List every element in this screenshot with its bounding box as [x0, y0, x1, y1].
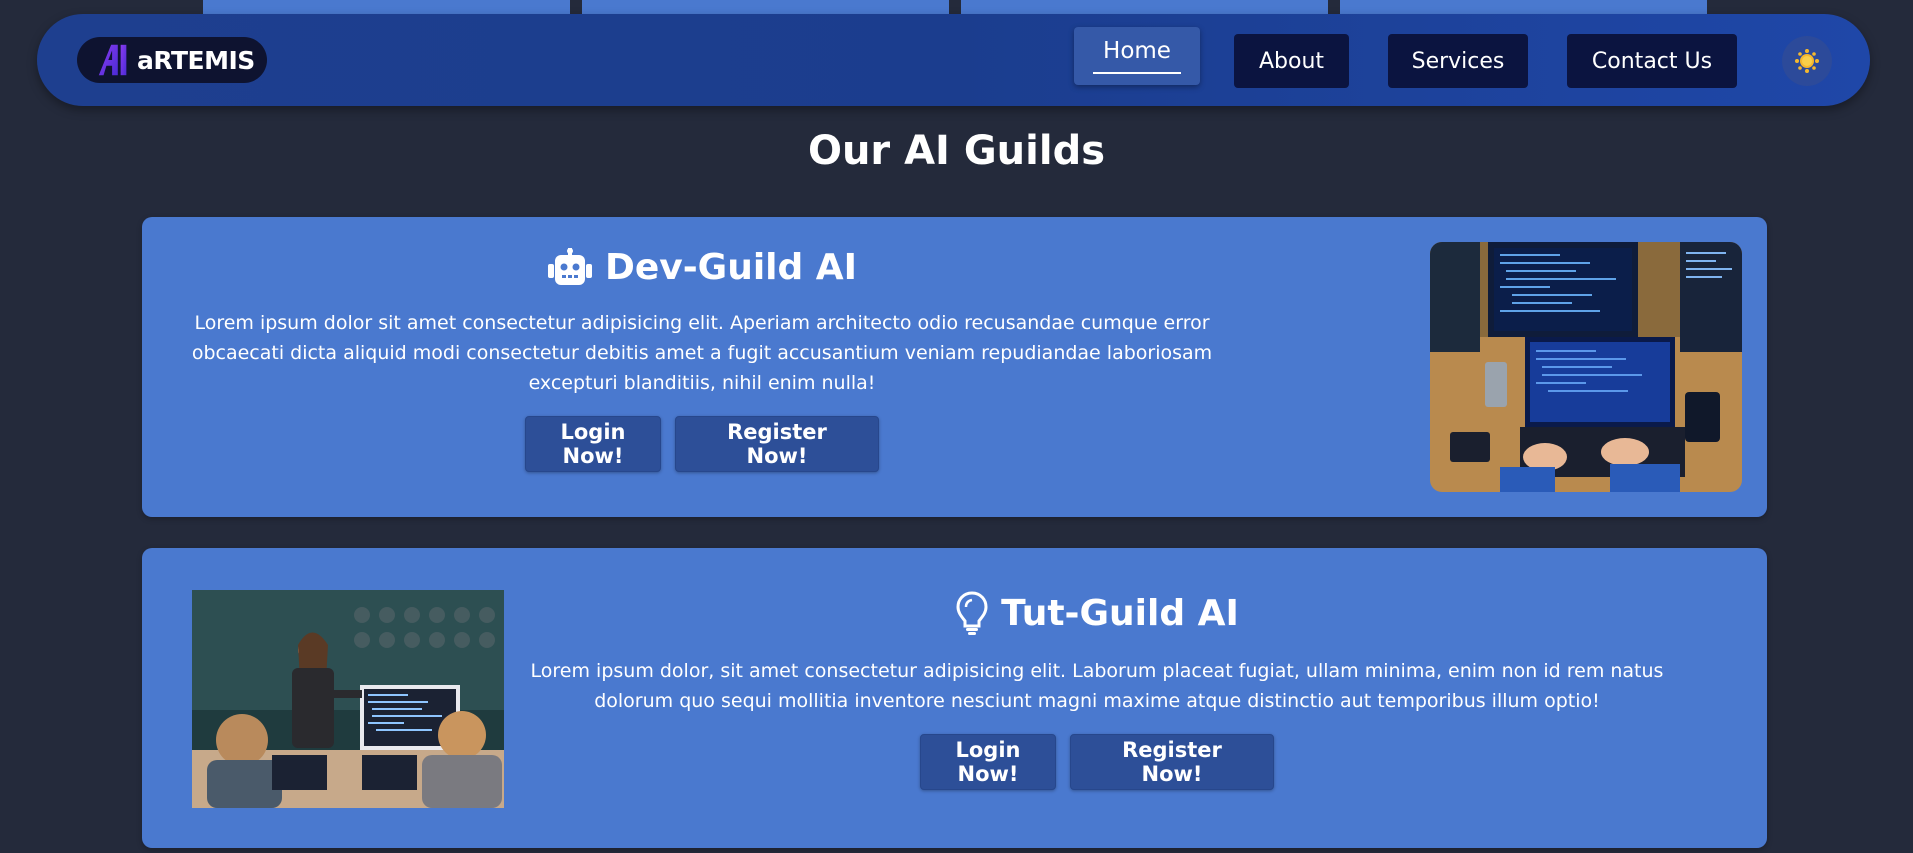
peeking-card [1340, 0, 1707, 14]
nav-services-button[interactable]: Services [1388, 34, 1528, 88]
register-button[interactable]: Register Now! [1070, 734, 1274, 790]
active-underline [1093, 72, 1181, 74]
peeking-card [961, 0, 1328, 14]
navbar: aRTEMIS Home About Services Contact Us [37, 14, 1870, 106]
guild-buttons: Login Now! Register Now! [522, 734, 1672, 790]
peeking-card [582, 0, 949, 14]
logo-icon [98, 44, 127, 76]
peeking-card [203, 0, 570, 14]
lightbulb-icon [955, 590, 989, 636]
peeking-cards [203, 0, 1707, 14]
register-button[interactable]: Register Now! [675, 416, 879, 472]
logo-text: aRTEMIS [137, 45, 255, 75]
guild-title: Tut-Guild AI [522, 590, 1672, 636]
guild-card-tut: Tut-Guild AI Lorem ipsum dolor, sit amet… [142, 548, 1767, 848]
guild-buttons: Login Now! Register Now! [202, 416, 1202, 472]
guild-description: Lorem ipsum dolor, sit amet consectetur … [530, 660, 1664, 712]
logo[interactable]: aRTEMIS [77, 37, 267, 83]
nav-services-label: Services [1411, 48, 1505, 74]
section-title: Our AI Guilds [807, 128, 1106, 174]
theme-toggle-button[interactable] [1782, 36, 1832, 86]
guild-card-dev: Dev-Guild AI Lorem ipsum dolor sit amet … [142, 217, 1767, 517]
nav-contact-label: Contact Us [1591, 48, 1713, 74]
nav-about-button[interactable]: About [1234, 34, 1349, 88]
guild-title: Dev-Guild AI [202, 247, 1202, 288]
nav-about-label: About [1258, 48, 1325, 74]
guild-description: Lorem ipsum dolor sit amet consectetur a… [191, 312, 1213, 394]
guild-content: Dev-Guild AI Lorem ipsum dolor sit amet … [192, 247, 1212, 472]
robot-icon [547, 247, 593, 288]
sun-icon [1795, 49, 1819, 73]
guild-title-text: Dev-Guild AI [604, 247, 858, 288]
guild-title-text: Tut-Guild AI [1001, 592, 1239, 634]
nav-contact-button[interactable]: Contact Us [1567, 34, 1737, 88]
login-button[interactable]: Login Now! [920, 734, 1056, 790]
coding-desk-image [1430, 242, 1742, 492]
nav-home-label: Home [1103, 38, 1171, 64]
nav-home-button[interactable]: Home [1074, 27, 1200, 85]
classroom-image [192, 590, 504, 808]
login-button[interactable]: Login Now! [525, 416, 661, 472]
guild-content: Tut-Guild AI Lorem ipsum dolor, sit amet… [522, 590, 1672, 790]
